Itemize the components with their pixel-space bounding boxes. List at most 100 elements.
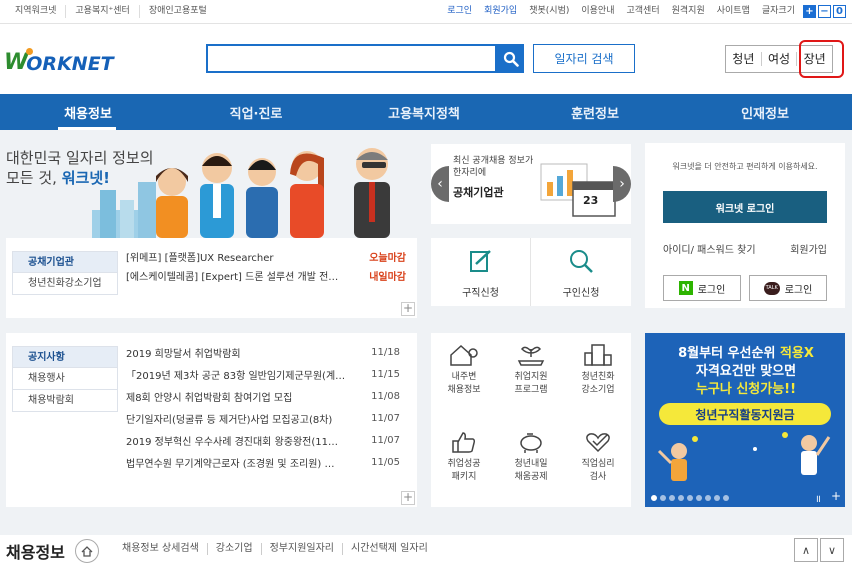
more-plus-button[interactable]: + [401,491,415,505]
banner-next-arrow-icon[interactable]: › [613,166,631,202]
notices-list: 2019 희망달서 취업박람회 11/18 「2019년 제3차 공군 83항 일… [126,341,400,473]
list-item[interactable]: 단기일자리(덩굴류 등 제거단)사업 모집공고(8차) 11/07 [126,407,400,429]
carousel-dot[interactable] [696,495,702,501]
carousel-dots [651,495,729,501]
carousel-dot[interactable] [660,495,666,501]
naver-login-label: 로그인 [697,284,726,296]
service-label-2: 채용정보 [447,385,481,395]
remote-support-link[interactable]: 원격지원 [666,4,711,18]
sitemap-link[interactable]: 사이트맵 [711,4,756,18]
mode-women[interactable]: 여성 [762,52,798,66]
guide-link[interactable]: 이용안내 [575,4,620,18]
worknet-login-button[interactable]: 워크넷 로그인 [663,191,827,223]
kakao-login-button[interactable]: TALK 로그인 [749,275,827,301]
hero-section: 대한민국 일자리 정보의 모든 것, 워크넷! [0,130,423,238]
employer-apply-button[interactable]: 구인신청 [531,238,631,306]
section-quick-links: 채용정보 상세검색 강소기업 정부지원일자리 시간선택제 일자리 [114,543,436,555]
find-account-link[interactable]: 아이디/ 패스워드 찾기 [663,241,756,256]
tab-job-fairs[interactable]: 채용박람회 [12,390,118,412]
carousel-dot[interactable] [669,495,675,501]
more-plus-button[interactable]: + [401,302,415,316]
home-icon[interactable] [75,539,99,563]
notice-title: 단기일자리(덩굴류 등 제거단)사업 모집공고(8차) [126,414,333,426]
service-youth-tomorrow[interactable]: 청년내일 채움공제 [498,420,564,507]
link-small-strong-companies[interactable]: 강소기업 [208,543,262,555]
join-link[interactable]: 회원가입 [790,241,827,256]
jumping-people-illustration [657,432,831,481]
notice-date: 11/07 [371,412,400,424]
tab-recruit-events[interactable]: 채용행사 [12,368,118,390]
tab-youth-friendly[interactable]: 청년친화강소기업 [12,273,118,295]
kakao-talk-icon: TALK [763,281,780,295]
link-regional-worknet[interactable]: 지역워크넷 [6,5,67,18]
service-youth-friendly[interactable]: 청년친화 강소기업 [565,333,631,420]
chatbot-link[interactable]: 챗봇(시범) [523,4,575,18]
list-item[interactable]: 2019 희망달서 취업박람회 11/18 [126,341,400,363]
font-increase-button[interactable]: + [803,4,816,18]
service-label-1: 취업성공 [447,459,481,469]
magnifier-icon [570,250,593,273]
list-item[interactable]: 제8회 안양시 취업박람회 참여기업 모집 11/08 [126,385,400,407]
service-nearby-jobs[interactable]: 내주변 채용정보 [431,333,497,420]
chevron-up-icon[interactable]: ∧ [794,538,818,562]
banner-prev-arrow-icon[interactable]: ‹ [431,166,449,202]
list-item[interactable]: 2019 정부혁신 우수사례 경진대회 왕중왕전(11… 11/07 [126,429,400,451]
signup-link[interactable]: 회원가입 [478,4,523,18]
quick-apply-box: 구직신청 구인신청 [431,238,631,306]
deadline-badge: 오늘마감 [369,253,406,264]
service-employment-program[interactable]: 취업지원 프로그램 [498,333,564,420]
naver-login-button[interactable]: N 로그인 [663,275,741,301]
link-welfare-center[interactable]: 고용복지⁺센터 [66,5,140,18]
pause-icon[interactable]: ॥ [815,491,821,505]
carousel-dot[interactable] [705,495,711,501]
link-gov-jobs[interactable]: 정부지원일자리 [262,543,343,555]
link-part-time[interactable]: 시간선택제 일자리 [343,543,436,555]
nav-career[interactable]: 직업·진로 [176,94,336,130]
nav-job-info[interactable]: 채용정보 [0,94,176,130]
carousel-dot[interactable] [723,495,729,501]
ad-line-3: 누구나 신청가능!! [695,382,797,397]
font-reset-button[interactable]: 0 [833,4,846,18]
worknet-logo[interactable]: W ORKNET [4,48,114,75]
service-label: 취업지원 프로그램 [514,371,547,397]
list-item[interactable]: 법무연수원 무기계약근로자 (조경원 및 조리원) … 11/05 [126,451,400,473]
job-search-button[interactable]: 일자리 검색 [533,44,635,73]
banner-text-2: 한자리에 [453,168,487,178]
ad-pill: 청년구직활동지원금 [659,403,831,425]
login-notice: 워크넷을 더 안전하고 편리하게 이용하세요. [672,162,818,171]
job-seeker-apply-button[interactable]: 구직신청 [431,238,531,306]
tab-notices[interactable]: 공지사항 [12,346,118,368]
youth-support-ad-banner[interactable]: 8월부터 우선순위 적용X 자격요건만 맞으면 누구나 신청가능!! 청년구직활… [645,333,845,507]
public-recruit-banner[interactable]: 최신 공개채용 정보가 한자리에 공채기업관 23 ‹ › [431,144,631,224]
link-disabled-portal[interactable]: 장애인고용포털 [140,5,216,18]
carousel-dot[interactable] [651,495,657,501]
list-item[interactable]: [위메프] [플랫폼]UX Researcher 오늘마감 [126,247,406,266]
service-psych-test[interactable]: 직업심리 검사 [565,420,631,507]
font-decrease-button[interactable]: − [818,4,831,18]
search-input[interactable] [206,44,497,73]
carousel-dot[interactable] [714,495,720,501]
list-item[interactable]: [에스케이텔레콤] [Expert] 드론 설루션 개발 전… 내일마감 [126,266,406,285]
customer-center-link[interactable]: 고객센터 [621,4,666,18]
link-detail-search[interactable]: 채용정보 상세검색 [114,543,208,555]
login-panel: 워크넷을 더 안전하고 편리하게 이용하세요. 워크넷 로그인 아이디/ 패스워… [645,143,845,308]
notices-tabs: 공지사항 채용행사 채용박람회 [12,346,118,412]
more-plus-icon[interactable]: + [831,489,841,503]
pen-paper-icon [469,250,491,272]
ad-line-1: 8월부터 우선순위 적용X [651,342,841,361]
notice-date: 11/05 [371,456,400,468]
tab-public-recruit[interactable]: 공채기업관 [12,251,118,273]
carousel-dot[interactable] [687,495,693,501]
calendar-number: 23 [583,194,599,207]
nav-welfare-policy[interactable]: 고용복지정책 [336,94,512,130]
mode-youth[interactable]: 청년 [726,52,762,66]
chevron-down-icon[interactable]: ∨ [820,538,844,562]
carousel-dot[interactable] [678,495,684,501]
list-item[interactable]: 「2019년 제3차 공군 83항 일반임기제군무원(계… 11/15 [126,363,400,385]
nav-training[interactable]: 훈련정보 [512,94,678,130]
service-label-2: 강소기업 [581,385,615,395]
login-link[interactable]: 로그인 [441,4,478,18]
service-success-package[interactable]: 취업성공 패키지 [431,420,497,507]
search-button[interactable] [497,44,524,73]
nav-talent[interactable]: 인재정보 [678,94,852,130]
